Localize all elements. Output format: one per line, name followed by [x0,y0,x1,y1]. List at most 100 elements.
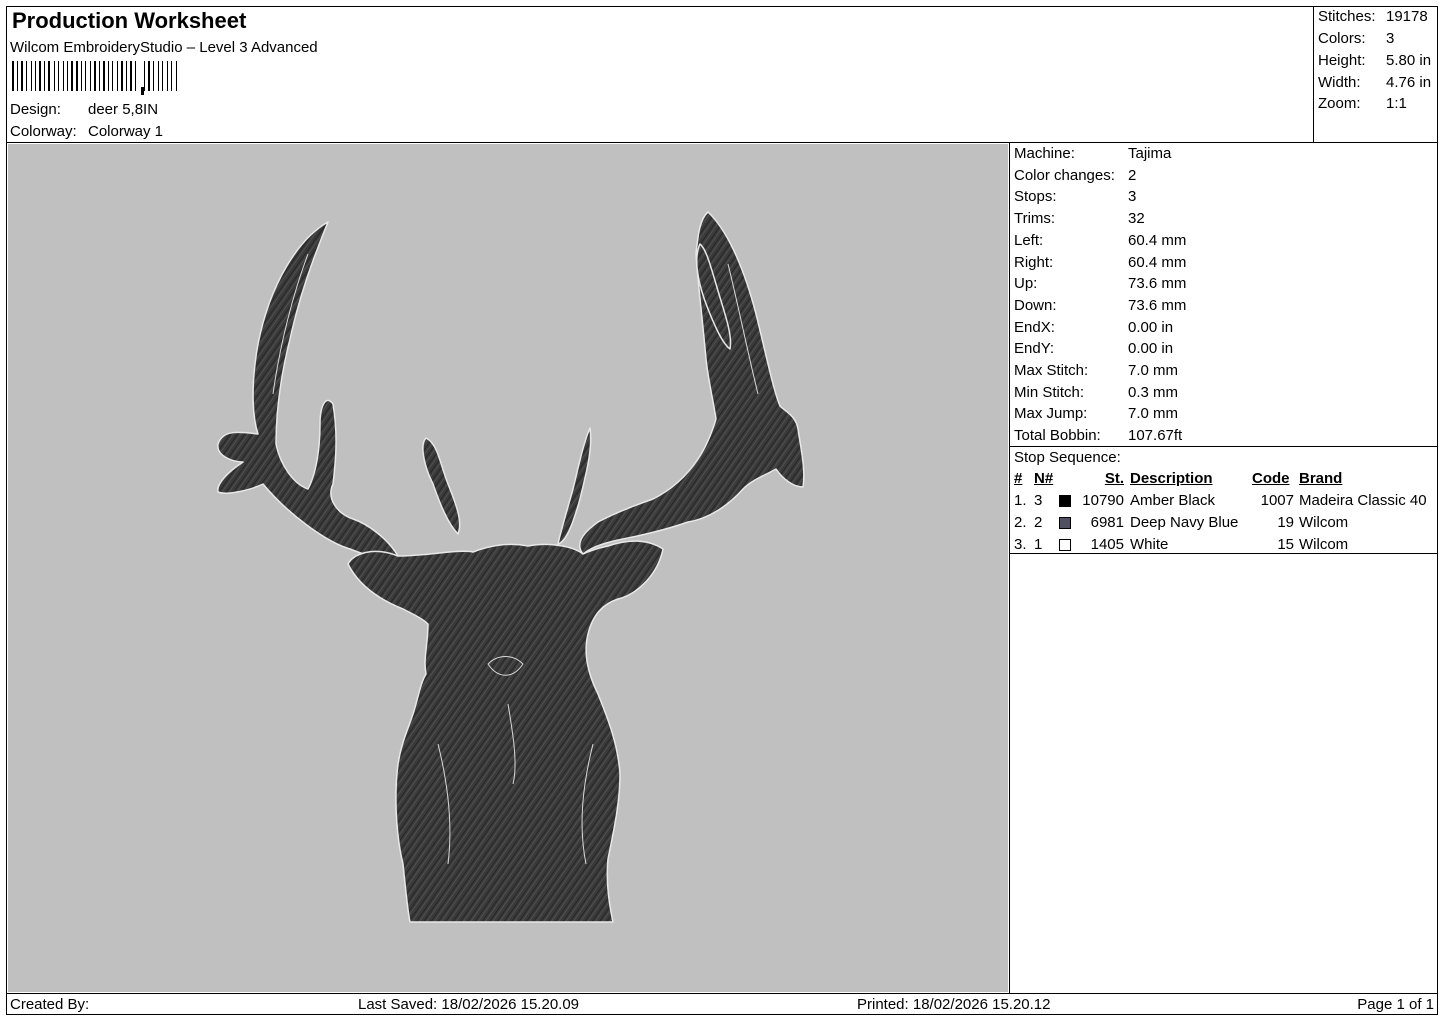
zoom-row: Zoom: 1:1 [1318,95,1407,112]
info-value: 107.67ft [1128,427,1183,445]
created-by: Created By: [10,996,90,1013]
design-value: deer 5,8IN [88,101,159,118]
info-value: 7.0 mm [1128,362,1179,379]
info-label: Down: [1014,296,1057,314]
machine-info-row: EndX: 0.00 in [1014,319,1173,336]
colorway-label: Colorway: [10,123,77,140]
machine-info-row: EndY: 0.00 in [1014,340,1173,357]
col-brand: Brand [1299,470,1343,487]
machine-info-row: Machine: Tajima [1014,145,1171,162]
machine-info-row: Up: 73.6 mm [1014,275,1186,292]
design-row: Design: deer 5,8IN [10,101,158,118]
machine-info-row: Trims: 32 [1014,210,1145,227]
row-description: Deep Navy Blue [1130,514,1239,531]
info-value: 7.0 mm [1128,405,1179,423]
machine-info-row: Left: 60.4 mm [1014,232,1186,249]
col-needle: N# [1034,470,1054,487]
row-stitches: 1405 [1090,536,1124,553]
info-label: Min Stitch: [1014,383,1085,401]
info-value: 0.00 in [1128,340,1174,358]
deer-head-embroidery [217,211,805,923]
info-value: 60.4 mm [1128,231,1187,249]
stop-sequence-row: 2. 2 6981 Deep Navy Blue 19 Wilcom [1010,514,1438,534]
design-summary: Stitches: 19178 Colors: 3 Height: 5.80 in W… [1313,6,1438,143]
info-value: 2 [1128,166,1137,184]
height-row: Height: 5.80 in [1318,52,1431,69]
info-value: Tajima [1128,145,1172,162]
page-number: Page 1 of 1 [1357,996,1434,1013]
info-label: Max Jump: [1014,405,1088,423]
machine-info-row: Down: 73.6 mm [1014,297,1186,314]
row-brand: Madeira Classic 40 [1299,492,1427,509]
colorway-row: Colorway: Colorway 1 [10,123,163,140]
stop-sequence-header: # N# St. Description Code Brand [1010,470,1438,490]
info-divider [1010,446,1438,447]
row-stitches: 6981 [1090,514,1124,531]
info-label: Up: [1014,275,1038,293]
last-saved: Last Saved: 18/02/2026 15.20.09 [358,996,580,1013]
info-value: 0.00 in [1128,318,1174,336]
colors-label: Colors: [1318,30,1366,47]
panel-divider [1009,143,1010,993]
info-value: 73.6 mm [1128,275,1187,293]
stitches-row: Stitches: 19178 [1318,8,1428,25]
machine-info-row: Color changes: 2 [1014,167,1136,184]
info-value: 0.3 mm [1128,383,1179,401]
info-label: Trims: [1014,210,1056,228]
info-label: Total Bobbin: [1014,427,1101,445]
row-code: 1007 [1260,492,1294,509]
row-brand: Wilcom [1299,536,1349,553]
colors-row: Colors: 3 [1318,30,1394,47]
machine-info-row: Min Stitch: 0.3 mm [1014,384,1178,401]
stitches-value: 19178 [1386,8,1428,25]
machine-info-row: Right: 60.4 mm [1014,254,1186,271]
info-label: Machine: [1014,145,1075,162]
col-num: # [1014,470,1023,487]
zoom-label: Zoom: [1318,95,1361,112]
info-label: Max Stitch: [1014,362,1089,379]
machine-info-row: Stops: 3 [1014,188,1136,205]
col-description: Description [1130,470,1213,487]
row-code: 15 [1277,536,1294,553]
row-num: 1. [1014,492,1027,509]
row-needle: 3 [1034,492,1043,509]
stitches-label: Stitches: [1318,8,1376,25]
info-value: 60.4 mm [1128,253,1187,271]
machine-info-row: Max Stitch: 7.0 mm [1014,362,1178,379]
design-label: Design: [10,101,61,118]
color-swatch [1059,517,1071,529]
info-label: Left: [1014,231,1044,249]
worksheet-footer: Created By: Last Saved: 18/02/2026 15.20… [6,993,1438,1015]
row-code: 19 [1277,514,1294,531]
info-label: Color changes: [1014,166,1115,184]
color-swatch [1059,495,1071,507]
worksheet-header: Production Worksheet Wilcom EmbroiderySt… [6,6,1313,143]
col-code: Code [1252,470,1290,487]
info-value: 73.6 mm [1128,296,1187,314]
printed-date: Printed: 18/02/2026 15.20.12 [857,996,1051,1013]
width-label: Width: [1318,74,1361,91]
row-description: White [1130,536,1169,553]
design-preview [8,144,1008,992]
row-stitches: 10790 [1082,492,1124,509]
width-value: 4.76 in [1386,74,1432,91]
height-label: Height: [1318,52,1366,69]
row-num: 2. [1014,514,1027,531]
row-needle: 2 [1034,514,1043,531]
info-value: 3 [1128,188,1137,206]
col-stitches: St. [1104,470,1124,487]
info-label: EndX: [1014,318,1055,336]
stop-sequence-row: 1. 3 10790 Amber Black 1007 Madeira Classic 4… [1010,492,1438,512]
machine-info-row: Max Jump: 7.0 mm [1014,405,1178,422]
page-title: Production Worksheet [12,8,247,33]
colorway-value: Colorway 1 [88,123,164,140]
info-value: 32 [1128,210,1145,228]
row-num: 3. [1014,536,1027,553]
stop-sequence-title: Stop Sequence: [1014,449,1121,466]
info-label: EndY: [1014,340,1055,358]
row-description: Amber Black [1130,492,1216,509]
info-label: Stops: [1014,188,1057,206]
row-brand: Wilcom [1299,514,1349,531]
width-row: Width: 4.76 in [1318,74,1431,91]
barcode [12,61,177,95]
